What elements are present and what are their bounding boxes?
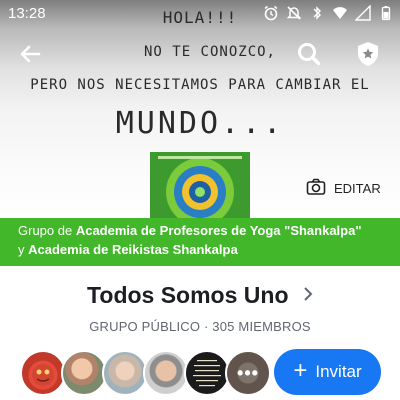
edit-cover-button[interactable]: EDITAR <box>306 176 381 200</box>
invite-label: Invitar <box>315 362 362 381</box>
mandala-image <box>150 152 250 218</box>
wifi-icon <box>332 5 348 21</box>
more-members-button[interactable]: ••• <box>225 350 271 396</box>
arrow-left-icon <box>19 43 41 70</box>
parent-groups-conjunction: y <box>18 242 25 257</box>
group-meta: GRUPO PÚBLICO · 305 MIEMBROS <box>89 319 311 334</box>
parent-group-link[interactable]: Academia de Profesores de Yoga "Shankalp… <box>76 223 362 238</box>
alarm-icon <box>263 5 279 21</box>
member-avatar[interactable] <box>20 350 66 396</box>
bluetooth-icon <box>309 5 325 21</box>
member-avatar[interactable] <box>61 350 107 396</box>
parent-group-link[interactable]: Academia de Reikistas Shankalpa <box>28 242 238 257</box>
camera-icon <box>306 178 326 199</box>
status-icons <box>263 4 394 21</box>
shield-star-icon <box>356 41 380 72</box>
cover-text-line: NO TE CONOZCO, <box>143 44 276 60</box>
status-bar: 13:28 <box>0 0 400 28</box>
admin-tools-button[interactable] <box>350 38 386 74</box>
search-icon <box>296 41 322 72</box>
search-button[interactable] <box>291 38 327 74</box>
group-title-row[interactable]: Todos Somos Uno <box>0 282 400 309</box>
invite-button[interactable]: + Invitar <box>274 349 381 395</box>
more-icon: ••• <box>227 352 269 394</box>
battery-icon <box>378 5 394 21</box>
parent-groups-banner[interactable]: Grupo de Academia de Profesores de Yoga … <box>0 218 400 266</box>
chevron-right-icon <box>303 286 313 307</box>
edit-cover-label: EDITAR <box>334 180 381 196</box>
member-avatar[interactable] <box>143 350 189 396</box>
parent-groups-prefix: Grupo de <box>18 223 76 238</box>
status-time: 13:28 <box>8 5 46 22</box>
back-button[interactable] <box>12 38 48 74</box>
group-title[interactable]: Todos Somos Uno <box>87 282 288 309</box>
cover-text-line: PERO NOS NECESITAMOS PARA CAMBIAR EL <box>30 77 370 93</box>
notifications-muted-icon <box>286 5 302 21</box>
member-avatar[interactable] <box>102 350 148 396</box>
cover-text-line: MUNDO... <box>115 106 285 141</box>
signal-icon <box>354 4 371 21</box>
plus-icon: + <box>293 357 308 384</box>
member-avatar[interactable] <box>184 350 230 396</box>
